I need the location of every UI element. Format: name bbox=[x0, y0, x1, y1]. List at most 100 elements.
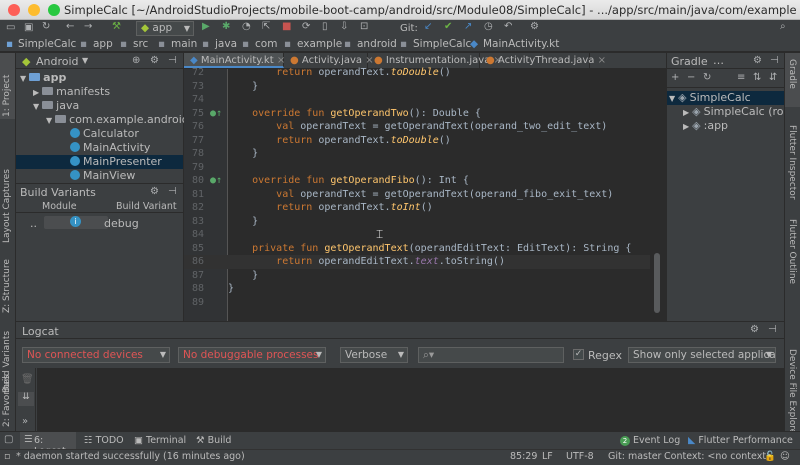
collapse-all-icon[interactable]: ⇵ bbox=[769, 72, 777, 83]
breadcrumb-item[interactable]: java bbox=[215, 38, 237, 50]
project-tree-item[interactable]: Calculator bbox=[16, 127, 183, 141]
hide-panel-icon[interactable]: ⊣ bbox=[168, 186, 177, 197]
editor-scrollbar[interactable] bbox=[654, 253, 660, 313]
chevron-icon[interactable]: ▶ bbox=[683, 122, 689, 131]
project-tree-item[interactable]: MainPresenter bbox=[16, 155, 183, 169]
code-line[interactable]: 79 bbox=[184, 161, 650, 175]
layout-inspector-icon[interactable]: ⊡ bbox=[360, 21, 368, 32]
column-header-module[interactable]: Module bbox=[42, 201, 77, 212]
trash-icon[interactable]: 🗑 bbox=[21, 374, 34, 385]
code-line[interactable]: 84 bbox=[184, 228, 650, 242]
log-level-select[interactable]: Verbose ▼ bbox=[340, 347, 408, 363]
run-icon[interactable]: ▶ bbox=[202, 21, 210, 32]
logcat-output[interactable] bbox=[37, 368, 784, 432]
code-line[interactable]: 87 } bbox=[184, 269, 650, 283]
minimize-window-button[interactable] bbox=[28, 4, 40, 16]
chevron-right-icon[interactable]: ▼ bbox=[46, 116, 52, 125]
tool-window-layout-captures[interactable]: Layout Captures bbox=[2, 163, 12, 243]
breadcrumb-item[interactable]: main bbox=[171, 38, 197, 50]
sync-icon[interactable]: ↻ bbox=[42, 21, 50, 32]
minus-icon[interactable]: − bbox=[687, 72, 695, 83]
gradle-sync-icon[interactable]: ⟳ bbox=[302, 21, 310, 32]
settings-icon[interactable]: ⚙ bbox=[750, 324, 759, 335]
line-separator[interactable]: LF bbox=[542, 451, 553, 462]
file-encoding[interactable]: UTF-8 bbox=[566, 451, 594, 462]
hide-panel-icon[interactable]: ⊣ bbox=[770, 55, 779, 66]
refresh-icon[interactable]: ↻ bbox=[703, 72, 711, 83]
sdk-manager-icon[interactable]: ⇩ bbox=[340, 21, 348, 32]
tool-window-device-file-explorer[interactable]: Device File Explorer bbox=[787, 349, 797, 438]
git-push-icon[interactable]: ↗ bbox=[464, 21, 472, 32]
code-line[interactable]: 78 } bbox=[184, 147, 650, 161]
close-window-button[interactable] bbox=[8, 4, 20, 16]
regex-checkbox[interactable]: ✓ bbox=[573, 349, 584, 360]
tool-window-project[interactable]: 1: Project bbox=[2, 57, 12, 117]
gradle-tree-item[interactable]: ▼ ◈ SimpleCalc bbox=[667, 91, 784, 105]
project-tree-item[interactable]: ▶ manifests bbox=[16, 85, 183, 99]
settings-icon[interactable]: ⚙ bbox=[530, 21, 539, 32]
code-line[interactable]: 86 return operandEditText.text.toString(… bbox=[184, 255, 650, 269]
chevron-right-icon[interactable]: ▼ bbox=[33, 102, 39, 111]
breadcrumb-item[interactable]: com bbox=[255, 38, 277, 50]
table-row[interactable]: .. i debug bbox=[16, 214, 183, 232]
chevron-right-icon[interactable]: ▼ bbox=[20, 74, 26, 83]
override-marker-icon[interactable]: ●↑ bbox=[204, 107, 228, 121]
project-tree-item[interactable]: ▼ com.example.android.Sim bbox=[16, 113, 213, 127]
make-project-icon[interactable]: ⚒ bbox=[112, 21, 121, 32]
git-commit-icon[interactable]: ✔ bbox=[444, 21, 452, 32]
tab-build[interactable]: ⚒ Build bbox=[196, 435, 231, 446]
project-tree-item[interactable]: MainActivity bbox=[16, 141, 183, 155]
project-tree-item[interactable]: MainView bbox=[16, 169, 183, 183]
breadcrumb-item[interactable]: app bbox=[93, 38, 113, 50]
logcat-filter-select[interactable]: Show only selected applicat ▼ bbox=[628, 347, 776, 363]
code-line[interactable]: 89 bbox=[184, 296, 650, 310]
scroll-to-end-icon[interactable]: ⇊ bbox=[18, 392, 34, 406]
process-select[interactable]: No debuggable processes ▼ bbox=[178, 347, 326, 363]
tab-terminal[interactable]: ▣ Terminal bbox=[134, 435, 186, 446]
variant-cell[interactable]: debug bbox=[104, 217, 139, 230]
redo-icon[interactable]: → bbox=[84, 21, 92, 32]
run-config-select[interactable]: ◆ app ▼ bbox=[136, 21, 194, 36]
flutter-performance-button[interactable]: ◣ Flutter Performance bbox=[688, 435, 793, 446]
tool-window-flutter-outline[interactable]: Flutter Outline bbox=[787, 219, 797, 295]
lock-icon[interactable]: 🔓 bbox=[764, 451, 776, 462]
locate-file-icon[interactable]: ⊕ bbox=[132, 55, 140, 66]
project-tree-item[interactable]: ▼ java bbox=[16, 99, 183, 113]
tool-window-gradle[interactable]: Gradle bbox=[787, 59, 797, 103]
code-editor[interactable]: ◆ MainActivity.kt × ● Activity.java × ● … bbox=[184, 53, 666, 321]
code-line[interactable]: 85 private fun getOperandText(operandEdi… bbox=[184, 242, 650, 256]
tool-window-favorites[interactable]: 2: Favorites bbox=[2, 371, 12, 427]
chevron-icon[interactable]: ▶ bbox=[683, 108, 689, 117]
stop-icon[interactable]: ■ bbox=[282, 21, 291, 32]
expand-all-icon[interactable]: ⇅ bbox=[753, 72, 761, 83]
code-line[interactable]: 88} bbox=[184, 282, 650, 296]
attach-debugger-icon[interactable]: ⇱ bbox=[262, 21, 270, 32]
code-line[interactable]: 83 } bbox=[184, 215, 650, 229]
code-line[interactable]: 77 return operandText.toDouble() bbox=[184, 134, 650, 148]
caret-position[interactable]: 85:29 bbox=[510, 451, 537, 462]
code-line[interactable]: 73 } bbox=[184, 80, 650, 94]
inspector-icon[interactable]: ☺ bbox=[780, 451, 790, 462]
git-revert-icon[interactable]: ↶ bbox=[504, 21, 512, 32]
tab-todo[interactable]: ☷ TODO bbox=[84, 435, 124, 446]
search-everywhere-icon[interactable]: ⌕ bbox=[780, 21, 786, 32]
add-icon[interactable]: + bbox=[671, 72, 679, 83]
tab-logcat[interactable]: ☰ 6: Logcat bbox=[20, 432, 76, 457]
chevron-right-icon[interactable]: ▶ bbox=[33, 88, 39, 97]
git-update-icon[interactable]: ↙ bbox=[424, 21, 432, 32]
device-select[interactable]: No connected devices ▼ bbox=[22, 347, 170, 363]
git-branch[interactable]: Git: master bbox=[608, 451, 661, 462]
event-log-button[interactable]: 2 Event Log bbox=[620, 435, 680, 446]
tool-window-structure[interactable]: Z: Structure bbox=[2, 253, 12, 313]
code-line[interactable]: 72 return operandText.toDouble() bbox=[184, 66, 650, 80]
tool-window-flutter-inspector[interactable]: Flutter Inspector bbox=[787, 125, 797, 211]
execute-task-icon[interactable]: ≡ bbox=[737, 72, 745, 83]
profile-icon[interactable]: ◔ bbox=[242, 21, 251, 32]
code-line[interactable]: 80 ●↑ override fun getOperandFibo(): Int … bbox=[184, 174, 650, 188]
chevron-icon[interactable]: ▼ bbox=[669, 94, 675, 103]
code-line[interactable]: 75 ●↑ override fun getOperandTwo(): Doubl… bbox=[184, 107, 650, 121]
project-view-selector[interactable]: Android bbox=[36, 55, 79, 68]
gradle-tree-item[interactable]: ▶ ◈ SimpleCalc (root) bbox=[667, 105, 799, 119]
code-line[interactable]: 74 bbox=[184, 93, 650, 107]
more-icon[interactable]: » bbox=[22, 416, 28, 427]
